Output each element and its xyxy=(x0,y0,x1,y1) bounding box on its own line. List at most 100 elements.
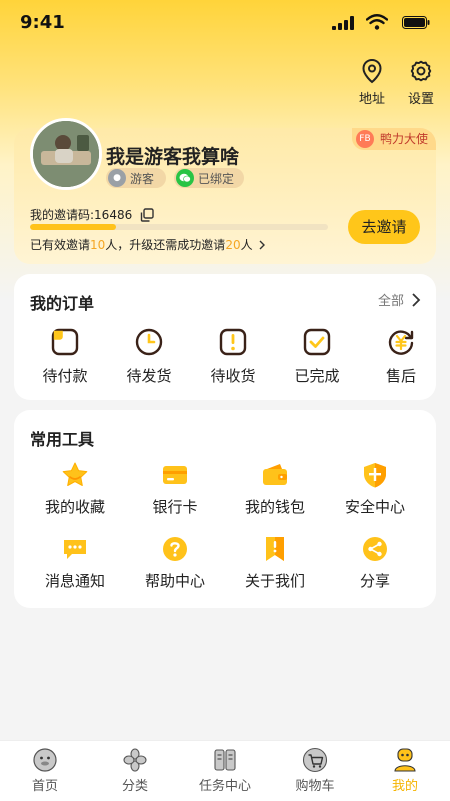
invite-button[interactable]: 去邀请 xyxy=(348,210,420,244)
order-after-sales[interactable]: 售后 xyxy=(359,326,443,386)
order-completed[interactable]: 已完成 xyxy=(275,326,359,386)
tool-security-center-label: 安全中心 xyxy=(344,498,405,516)
guest-tag: ● 游客 xyxy=(106,168,166,188)
tool-bank-card[interactable]: 银行卡 xyxy=(125,460,225,517)
tool-share-label: 分享 xyxy=(359,572,390,590)
orders-all-link[interactable]: 全部 xyxy=(378,290,422,309)
guest-tag-label: 游客 xyxy=(130,171,155,186)
invite-hint-prefix: 已有效邀请 xyxy=(30,238,91,252)
bookmark-icon xyxy=(266,537,284,561)
pending-payment-icon xyxy=(51,328,79,356)
invite-code: 我的邀请码:16486 xyxy=(30,206,154,223)
invite-need: 20 xyxy=(225,237,241,252)
copy-icon[interactable] xyxy=(140,207,154,222)
nav-profile-label: 我的 xyxy=(391,779,418,794)
tool-help-center-label: 帮助中心 xyxy=(144,572,205,590)
help-icon xyxy=(163,537,187,561)
chevron-right-icon xyxy=(412,292,421,307)
invite-hint-suffix: 人 xyxy=(240,238,253,252)
avatar[interactable] xyxy=(30,118,102,190)
ambassador-badge-icon: FB xyxy=(355,130,374,148)
invite-hint-middle: 人，升级还需成功邀请 xyxy=(105,238,226,252)
orders-grid: 待付款 待发货 待收货 已完成 售后 xyxy=(14,326,445,386)
shield-icon xyxy=(364,463,386,488)
wechat-icon xyxy=(176,169,194,187)
guest-badge-icon: ● xyxy=(108,169,126,187)
chevron-right-icon xyxy=(259,240,265,249)
cart-icon xyxy=(302,747,328,773)
profile-icon xyxy=(394,748,416,772)
tool-wallet[interactable]: 我的钱包 xyxy=(225,460,325,517)
nav-task-center-label: 任务中心 xyxy=(198,779,251,794)
tool-help-center[interactable]: 帮助中心 xyxy=(125,534,225,591)
nav-cart-label: 购物车 xyxy=(295,779,335,794)
status-bar: 9:41 xyxy=(0,0,450,46)
battery-icon xyxy=(402,16,430,29)
wechat-bound-tag: 已绑定 xyxy=(174,168,244,188)
wallet-icon xyxy=(263,464,287,485)
invite-hint[interactable]: 已有效邀请 10 人，升级还需成功邀请 20 人 xyxy=(30,236,267,253)
star-icon xyxy=(62,462,88,486)
tool-bank-card-label: 银行卡 xyxy=(152,498,198,516)
nav-home[interactable]: 首页 xyxy=(0,741,90,801)
location-pin-icon xyxy=(362,58,382,84)
settings-button[interactable]: 设置 xyxy=(401,58,441,107)
tool-security-center[interactable]: 安全中心 xyxy=(325,460,425,517)
completed-icon xyxy=(303,328,331,356)
nav-category-label: 分类 xyxy=(121,779,148,794)
bank-card-icon xyxy=(163,466,187,484)
ambassador-label: 鸭力大使 xyxy=(379,132,428,146)
order-pending-shipment-label: 待发货 xyxy=(126,367,172,385)
tools-row-2: 消息通知 帮助中心 关于我们 分享 xyxy=(14,534,447,591)
tools-card: 常用工具 我的收藏 银行卡 我的钱包 安全中心 消息通知 帮助中心 关于我们 分… xyxy=(14,410,436,608)
category-icon xyxy=(123,748,147,772)
nav-task-center[interactable]: 任务中心 xyxy=(180,741,270,801)
order-pending-shipment[interactable]: 待发货 xyxy=(107,326,191,386)
task-center-icon xyxy=(214,749,236,771)
order-pending-receipt[interactable]: 待收货 xyxy=(191,326,275,386)
wifi-icon xyxy=(366,14,388,30)
tools-title: 常用工具 xyxy=(30,430,95,449)
status-time: 9:41 xyxy=(20,12,65,33)
address-label: 地址 xyxy=(358,92,385,107)
orders-card: 我的订单 全部 待付款 待发货 待收货 已完成 售后 xyxy=(14,274,436,400)
nav-profile[interactable]: 我的 xyxy=(360,741,450,801)
order-pending-payment-label: 待付款 xyxy=(42,367,88,385)
nav-cart[interactable]: 购物车 xyxy=(270,741,360,801)
invite-count: 10 xyxy=(90,237,106,252)
invite-progress-bar xyxy=(30,224,328,230)
bottom-nav: 首页 分类 任务中心 购物车 我的 xyxy=(0,740,450,801)
message-icon xyxy=(64,540,86,559)
orders-title: 我的订单 xyxy=(30,294,95,313)
address-button[interactable]: 地址 xyxy=(352,58,392,107)
order-pending-receipt-label: 待收货 xyxy=(210,367,256,385)
tool-messages[interactable]: 消息通知 xyxy=(25,534,125,591)
tool-share[interactable]: 分享 xyxy=(325,534,425,591)
order-after-sales-label: 售后 xyxy=(385,367,416,385)
tools-row-1: 我的收藏 银行卡 我的钱包 安全中心 xyxy=(14,460,447,517)
tool-favorites[interactable]: 我的收藏 xyxy=(25,460,125,517)
share-icon xyxy=(363,537,387,561)
settings-label: 设置 xyxy=(407,92,434,107)
avatar-image xyxy=(33,121,99,187)
gear-icon xyxy=(410,60,432,82)
tool-favorites-label: 我的收藏 xyxy=(44,498,105,516)
after-sales-icon xyxy=(388,330,414,355)
ambassador-badge[interactable]: FB 鸭力大使 xyxy=(351,128,436,150)
cellular-signal-icon xyxy=(332,16,354,30)
profile-card: 我是游客我算啥 ● 游客 已绑定 FB 鸭力大使 我的邀请码:16486 已有效… xyxy=(14,118,436,264)
tool-about-us[interactable]: 关于我们 xyxy=(225,534,325,591)
pending-receipt-icon xyxy=(219,328,247,356)
tool-about-us-label: 关于我们 xyxy=(244,572,305,590)
home-icon xyxy=(33,748,57,772)
order-completed-label: 已完成 xyxy=(294,367,340,385)
orders-all-label: 全部 xyxy=(377,294,404,309)
nav-category[interactable]: 分类 xyxy=(90,741,180,801)
order-pending-payment[interactable]: 待付款 xyxy=(23,326,107,386)
invite-code-label: 我的邀请码:16486 xyxy=(30,208,133,222)
tool-messages-label: 消息通知 xyxy=(44,572,105,590)
username: 我是游客我算啥 xyxy=(106,146,240,168)
pending-shipment-icon xyxy=(135,328,163,356)
tool-wallet-label: 我的钱包 xyxy=(244,498,305,516)
invite-progress-fill xyxy=(30,224,117,230)
